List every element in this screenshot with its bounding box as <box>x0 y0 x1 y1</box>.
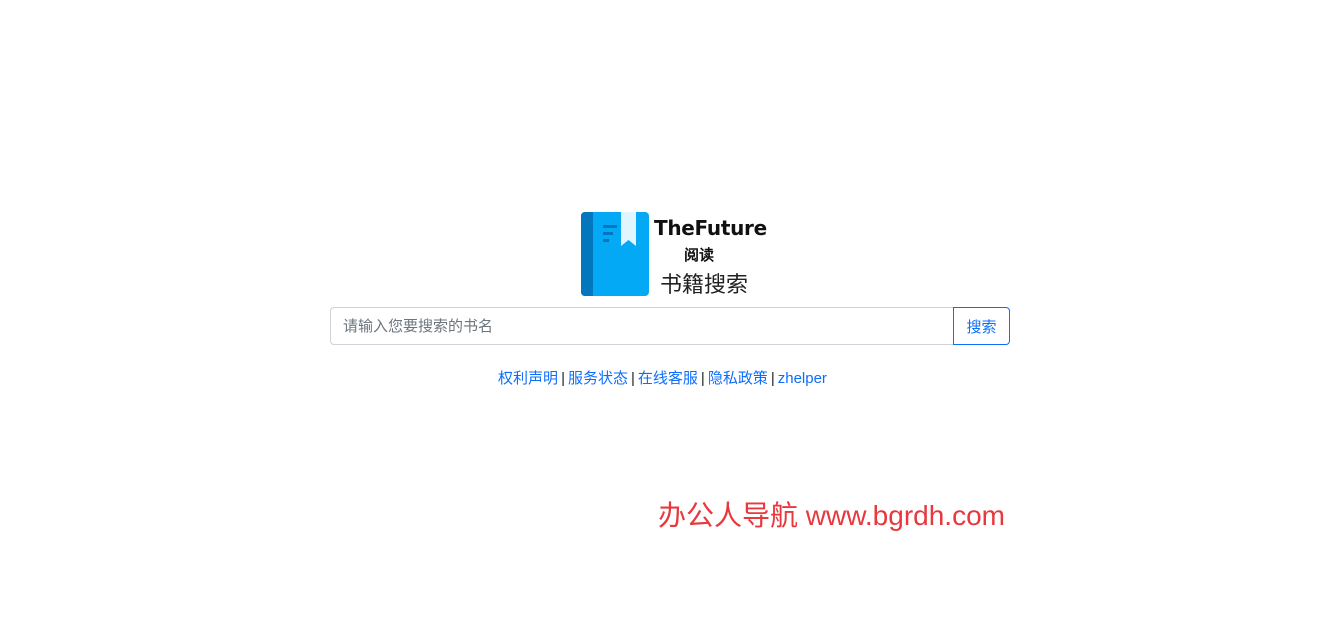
search-button[interactable]: 搜索 <box>953 307 1010 345</box>
link-privacy-policy[interactable]: 隐私政策 <box>708 370 768 387</box>
site-logo: TheFuture 阅读 书籍搜索 <box>581 212 767 298</box>
search-bar: 搜索 <box>330 307 1010 345</box>
watermark-text: 办公人导航 www.bgrdh.com <box>658 500 1005 531</box>
footer-links: 权利声明 | 服务状态 | 在线客服 | 隐私政策 | zhelper <box>0 367 1325 388</box>
link-separator: | <box>770 370 775 387</box>
logo-tagline: 书籍搜索 <box>660 272 749 297</box>
link-separator: | <box>630 370 635 387</box>
link-rights-statement[interactable]: 权利声明 <box>498 370 558 387</box>
book-logo-icon <box>581 212 649 296</box>
logo-subtitle: 阅读 <box>684 247 715 264</box>
link-service-status[interactable]: 服务状态 <box>568 370 628 387</box>
search-input[interactable] <box>330 307 953 345</box>
page: TheFuture 阅读 书籍搜索 搜索 权利声明|服务状态|在线客服|隐私政策… <box>0 0 1325 617</box>
link-zhelper[interactable]: zhelper <box>778 370 827 387</box>
logo-title: TheFuture <box>654 216 767 240</box>
link-separator: | <box>561 370 565 387</box>
link-separator: | <box>700 370 705 387</box>
link-online-support[interactable]: 在线客服 <box>638 370 698 387</box>
